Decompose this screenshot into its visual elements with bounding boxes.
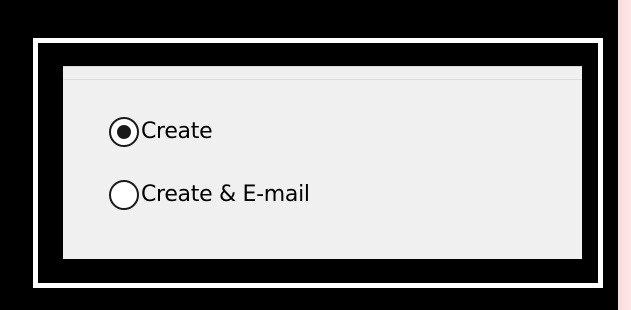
radio-selected-dot: [117, 125, 131, 139]
radio-label-create-email[interactable]: Create & E-mail: [141, 180, 310, 210]
radio-button-create-email[interactable]: [109, 180, 139, 210]
radio-option-create-email[interactable]: Create & E-mail: [109, 180, 310, 210]
options-panel: Create Create & E-mail: [63, 66, 582, 259]
radio-button-create[interactable]: [109, 117, 139, 147]
radio-option-create[interactable]: Create: [109, 117, 213, 147]
panel-divider: [63, 79, 582, 80]
radio-label-create[interactable]: Create: [141, 117, 213, 147]
